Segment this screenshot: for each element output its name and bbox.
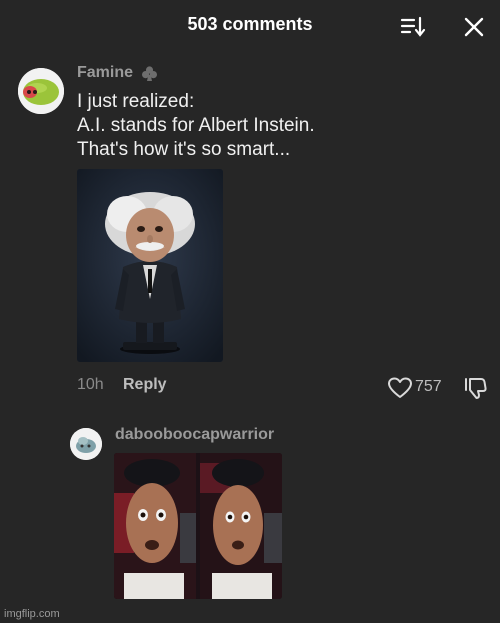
comment-text-line: That's how it's so smart... [77, 139, 291, 160]
close-button[interactable] [461, 14, 487, 40]
reply-image[interactable] [114, 453, 282, 599]
close-icon [464, 17, 484, 37]
reply-reaction-image [114, 453, 282, 599]
reply-avatar[interactable] [70, 428, 102, 460]
reply-button[interactable]: Reply [123, 376, 167, 394]
comment-username[interactable]: Famine [77, 64, 133, 82]
sort-icon [400, 16, 426, 37]
sort-button[interactable] [399, 14, 427, 40]
comment-meta-row: 10h Reply [77, 376, 167, 394]
avatar[interactable] [18, 68, 64, 114]
like-count: 757 [415, 378, 442, 395]
thumbs-down-icon [465, 378, 487, 399]
einstein-figurine-image [77, 169, 223, 362]
comment-text-line: A.I. stands for Albert Instein. [77, 115, 315, 136]
heart-icon [388, 377, 412, 398]
comment-image[interactable] [77, 169, 223, 362]
like-button[interactable] [386, 376, 414, 400]
watermark: imgflip.com [4, 608, 60, 620]
comment-text: I just realized: A.I. stands for Albert … [77, 90, 477, 162]
comment-time: 10h [77, 376, 104, 393]
reply-username[interactable]: dabooboocapwarrior [115, 426, 274, 444]
dislike-button[interactable] [462, 376, 488, 400]
comments-header: 503 comments [0, 0, 500, 52]
reply-avatar-image [70, 428, 102, 460]
club-icon [142, 66, 157, 81]
olive-avatar-image [18, 68, 64, 114]
comment-text-line: I just realized: [77, 91, 195, 112]
